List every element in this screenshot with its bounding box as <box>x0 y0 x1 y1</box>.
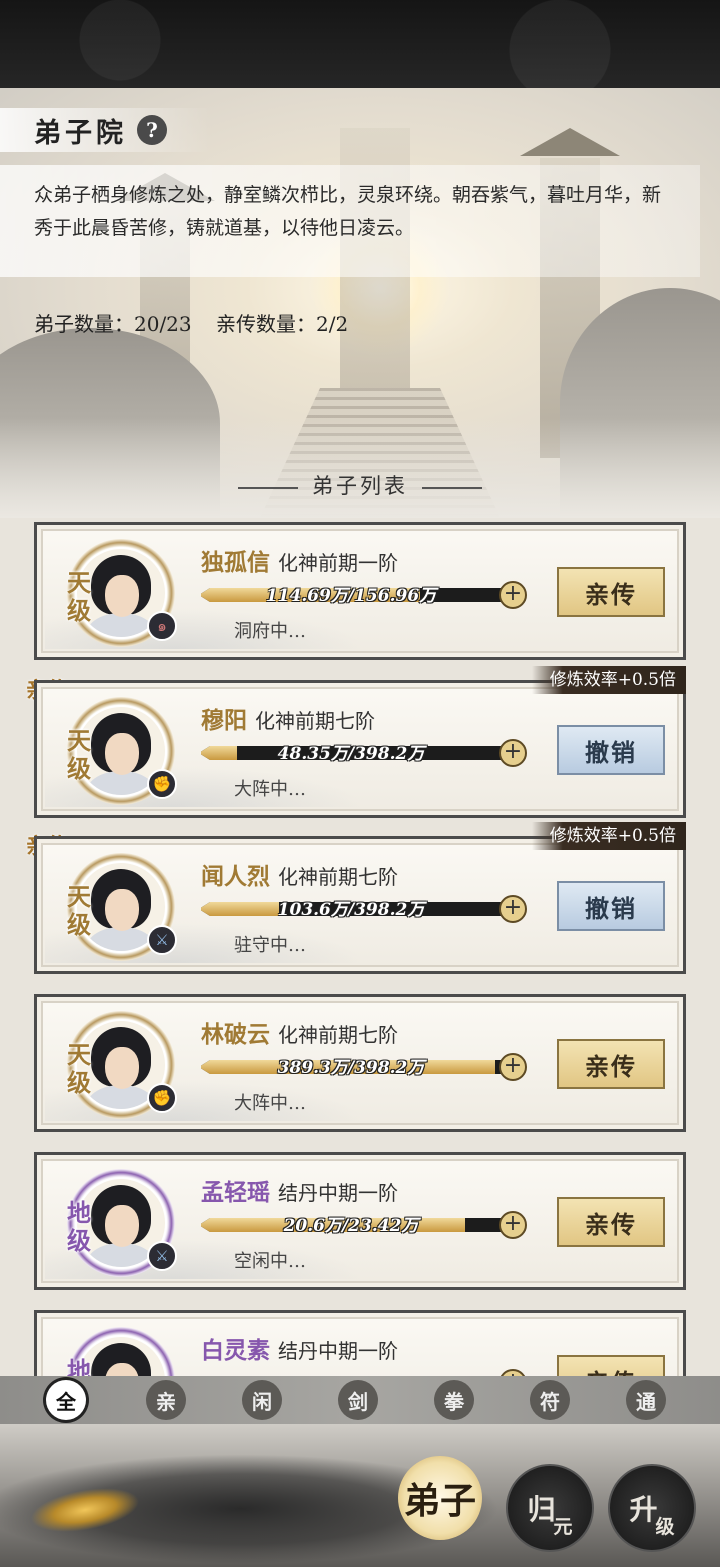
grade-label: 天级 <box>67 882 91 939</box>
revoke-button[interactable]: 撤销 <box>557 881 665 931</box>
disciple-card[interactable]: 天级 ⚔ 闻人烈 化神前期七阶 103.6万/398.2万 + 驻守中… 撤销 <box>34 836 686 974</box>
grade-label: 天级 <box>67 568 91 625</box>
disciple-realm: 化神前期七阶 <box>278 1023 398 1047</box>
nav-return-sub: 元 <box>553 1515 573 1538</box>
exp-text: 20.6万/23.42万 <box>283 1216 419 1236</box>
grade-label: 地级 <box>67 1356 91 1379</box>
disciple-card[interactable]: 天级 ✊ 穆阳 化神前期七阶 48.35万/398.2万 + 大阵中… 撤销 <box>34 680 686 818</box>
title-ornament-left <box>238 486 298 489</box>
fist-icon: ✊ <box>147 1083 177 1113</box>
sword-icon: ⚔ <box>147 1241 177 1271</box>
fist-icon: ✊ <box>147 769 177 799</box>
nav-upgrade-sub: 级 <box>655 1515 675 1538</box>
grade-label: 天级 <box>67 726 91 783</box>
disciple-status: 洞府中… <box>234 621 306 642</box>
disciple-count: 弟子数量：20/23 <box>34 312 192 336</box>
bottom-nav: 弟子 归元 升级 <box>0 1424 720 1567</box>
nav-return-button[interactable]: 归元 <box>506 1464 594 1552</box>
disciple-realm: 化神前期七阶 <box>255 709 375 733</box>
exp-text: 48.35万/398.2万 <box>277 744 425 764</box>
disciple-realm: 化神前期七阶 <box>278 865 398 889</box>
hero-background <box>0 88 720 518</box>
nav-return-label: 归 <box>527 1493 556 1526</box>
add-exp-button[interactable]: + <box>499 581 527 609</box>
sword-icon: ⚔ <box>147 925 177 955</box>
grade-label: 天级 <box>67 1040 91 1097</box>
disciple-name: 林破云 化神前期七阶 <box>201 1015 398 1049</box>
swirl-icon: ๑ <box>147 611 177 641</box>
exp-text: 103.6万/398.2万 <box>277 900 425 920</box>
disciple-name-text: 林破云 <box>201 1021 270 1048</box>
efficiency-badge: 修炼效率+0.5倍 <box>532 666 686 694</box>
disciple-status: 大阵中… <box>234 779 306 800</box>
disciple-name-text: 白灵素 <box>201 1337 270 1364</box>
title-ornament-right <box>422 486 482 489</box>
description-text: 众弟子栖身修炼之处，静室鳞次栉比，灵泉环绕。朝吞紫气，暮吐月华，新秀于此晨昏苦修… <box>34 184 662 239</box>
disciple-realm: 结丹中期一阶 <box>278 1339 398 1363</box>
disciple-name-text: 穆阳 <box>201 707 247 734</box>
filter-chip[interactable]: 闲 <box>242 1380 282 1420</box>
page-header: 弟子院 ? <box>0 108 210 152</box>
filter-chip[interactable]: 符 <box>530 1380 570 1420</box>
disciple-name-text: 独孤信 <box>201 549 270 576</box>
filter-bar: 全亲闲剑拳符通 <box>0 1376 720 1424</box>
filter-chip[interactable]: 亲 <box>146 1380 186 1420</box>
filter-chip[interactable]: 全 <box>46 1380 86 1420</box>
page-title: 弟子院 <box>34 117 127 149</box>
counts-row: 弟子数量：20/23 亲传数量：2/2 <box>34 308 366 337</box>
disciple-name: 孟轻瑶 结丹中期一阶 <box>201 1173 398 1207</box>
nav-upgrade-label: 升 <box>629 1493 658 1526</box>
efficiency-badge: 修炼效率+0.5倍 <box>532 822 686 850</box>
add-exp-button[interactable]: + <box>499 739 527 767</box>
disciple-status: 驻守中… <box>234 935 306 956</box>
exp-text: 389.3万/398.2万 <box>277 1058 425 1078</box>
filter-chip[interactable]: 拳 <box>434 1380 474 1420</box>
personal-count: 亲传数量：2/2 <box>216 312 349 336</box>
disciple-status: 大阵中… <box>234 1093 306 1114</box>
nav-disciples-label: 弟子 <box>403 1480 476 1522</box>
revoke-button[interactable]: 撤销 <box>557 725 665 775</box>
grade-label: 地级 <box>67 1198 91 1255</box>
disciple-name-text: 闻人烈 <box>201 863 270 890</box>
filter-chip[interactable]: 剑 <box>338 1380 378 1420</box>
disciple-realm: 结丹中期一阶 <box>278 1181 398 1205</box>
filter-chip[interactable]: 通 <box>626 1380 666 1420</box>
disciple-realm: 化神前期一阶 <box>278 551 398 575</box>
exp-text: 114.69万/156.96万 <box>265 586 437 606</box>
top-status-bar <box>0 0 720 88</box>
nav-upgrade-button[interactable]: 升级 <box>608 1464 696 1552</box>
description-panel: 众弟子栖身修炼之处，静室鳞次栉比，灵泉环绕。朝吞紫气，暮吐月华，新秀于此晨昏苦修… <box>0 165 700 277</box>
disciple-name: 白灵素 结丹中期一阶 <box>201 1331 398 1365</box>
make-personal-button[interactable]: 亲传 <box>557 1039 665 1089</box>
nav-disciples-button[interactable]: 弟子 <box>398 1456 482 1540</box>
disciple-status: 空闲中… <box>234 1251 306 1272</box>
disciple-list[interactable]: 天级๑独孤信化神前期一阶114.69万/156.96万+洞府中…亲传亲传天级✊穆… <box>0 518 720 1378</box>
disciple-name: 闻人烈 化神前期七阶 <box>201 857 398 891</box>
add-exp-button[interactable]: + <box>499 1211 527 1239</box>
disciple-card[interactable]: 地级 ⚔ 孟轻瑶 结丹中期一阶 20.6万/23.42万 + 空闲中… 亲传 <box>34 1152 686 1290</box>
make-personal-button[interactable]: 亲传 <box>557 567 665 617</box>
add-exp-button[interactable]: + <box>499 1053 527 1081</box>
help-icon[interactable]: ? <box>137 115 167 145</box>
disciple-name-text: 孟轻瑶 <box>201 1179 270 1206</box>
hero-fog <box>0 418 720 518</box>
list-title: 弟子列表 <box>0 470 720 500</box>
list-title-text: 弟子列表 <box>312 474 408 498</box>
disciple-card[interactable]: 地级⚔白灵素结丹中期一阶+亲传 <box>34 1310 686 1378</box>
disciple-name: 穆阳 化神前期七阶 <box>201 701 375 735</box>
hero-roof-right <box>520 128 620 156</box>
make-personal-button[interactable]: 亲传 <box>557 1355 665 1378</box>
disciple-card[interactable]: 天级 ✊ 林破云 化神前期七阶 389.3万/398.2万 + 大阵中… 亲传 <box>34 994 686 1132</box>
add-exp-button[interactable]: + <box>499 895 527 923</box>
disciple-name: 独孤信 化神前期一阶 <box>201 543 398 577</box>
disciple-card[interactable]: 天级 ๑ 独孤信 化神前期一阶 114.69万/156.96万 + 洞府中… 亲传 <box>34 522 686 660</box>
make-personal-button[interactable]: 亲传 <box>557 1197 665 1247</box>
